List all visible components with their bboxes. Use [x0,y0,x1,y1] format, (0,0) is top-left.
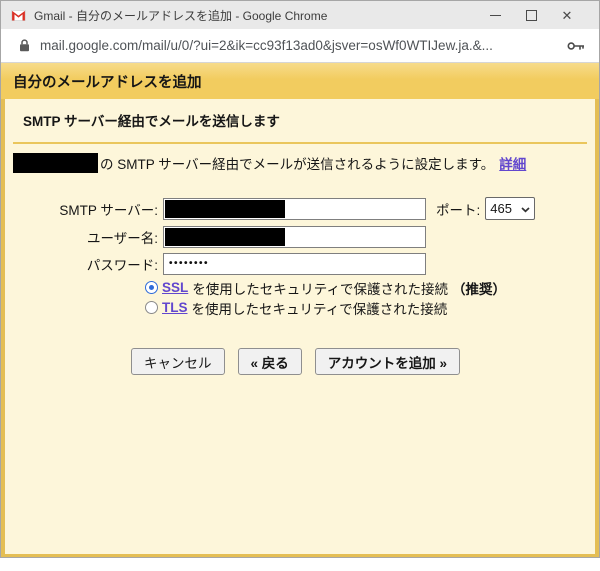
close-button[interactable]: ✕ [549,1,585,29]
gold-divider [13,142,587,144]
maximize-button[interactable] [513,1,549,29]
password-label: パスワード: [86,257,158,273]
dialog-header-title: 自分のメールアドレスを追加 [13,74,202,91]
ssl-recommended-badge: （推奨） [451,281,506,297]
intro-text: の SMTP サーバー経由でメールが送信されるように設定します。 [100,157,495,172]
window-controls: ✕ [477,1,585,29]
maximize-icon [525,9,537,21]
minimize-button[interactable] [477,1,513,29]
username-row: ユーザー名: [11,225,426,248]
username-input-wrap [163,225,426,248]
redacted-email-address [13,153,98,173]
port-select[interactable]: 465 [485,197,536,220]
window-title: Gmail - 自分のメールアドレスを追加 - Google Chrome [34,8,328,23]
back-button[interactable]: « 戻る [237,348,302,375]
details-link[interactable]: 詳細 [499,153,526,173]
redacted-username-value [165,227,285,246]
browser-popup-window: Gmail - 自分のメールアドレスを追加 - Google Chrome ✕ [0,0,600,558]
dialog-header: 自分のメールアドレスを追加 [1,63,599,99]
screenshot-canvas: Gmail - 自分のメールアドレスを追加 - Google Chrome ✕ [0,0,600,571]
ssl-radio[interactable] [145,281,158,294]
password-input-wrap [163,252,426,275]
button-row: キャンセル « 戻る アカウントを追加 » [131,348,461,375]
key-icon[interactable] [567,41,585,51]
close-icon: ✕ [561,7,573,23]
dialog-content: SMTP サーバー経由でメールを送信します の SMTP サーバー経由でメールが… [1,99,599,557]
section-title: SMTP サーバー経由でメールを送信します [23,114,280,129]
port-label: ポート: [436,202,481,218]
lock-icon[interactable] [19,39,30,52]
tls-link[interactable]: TLS [162,300,188,315]
tls-option-row: TLS を使用したセキュリティで保護された接続 [145,299,448,317]
password-row: パスワード: [11,252,426,275]
tls-option-text: を使用したセキュリティで保護された接続 [191,301,448,317]
smtp-server-label: SMTP サーバー: [59,202,158,218]
smtp-server-row: SMTP サーバー: ポート: 465 [11,197,536,220]
window-titlebar: Gmail - 自分のメールアドレスを追加 - Google Chrome ✕ [1,1,599,29]
redacted-smtp-server-value [165,199,285,218]
tls-radio[interactable] [145,301,158,314]
address-bar[interactable]: mail.google.com/mail/u/0/?ui=2&ik=cc93f1… [1,29,599,63]
password-input[interactable] [163,252,426,275]
intro-line: の SMTP サーバー経由でメールが送信されるように設定します。 詳細 [13,153,526,173]
username-label: ユーザー名: [87,230,158,246]
cancel-button[interactable]: キャンセル [131,348,225,375]
gmail-favicon-icon [11,9,26,21]
chevron-down-icon [521,201,530,216]
ssl-option-text: を使用したセキュリティで保護された接続 [192,281,448,297]
smtp-server-input-wrap [163,197,426,220]
ssl-option-row: SSL を使用したセキュリティで保護された接続 （推奨） [145,279,506,297]
add-account-button[interactable]: アカウントを追加 » [314,348,461,375]
ssl-link[interactable]: SSL [162,280,188,295]
port-selected-value: 465 [490,201,512,216]
url-text[interactable]: mail.google.com/mail/u/0/?ui=2&ik=cc93f1… [40,38,559,53]
minimize-icon [489,14,501,16]
